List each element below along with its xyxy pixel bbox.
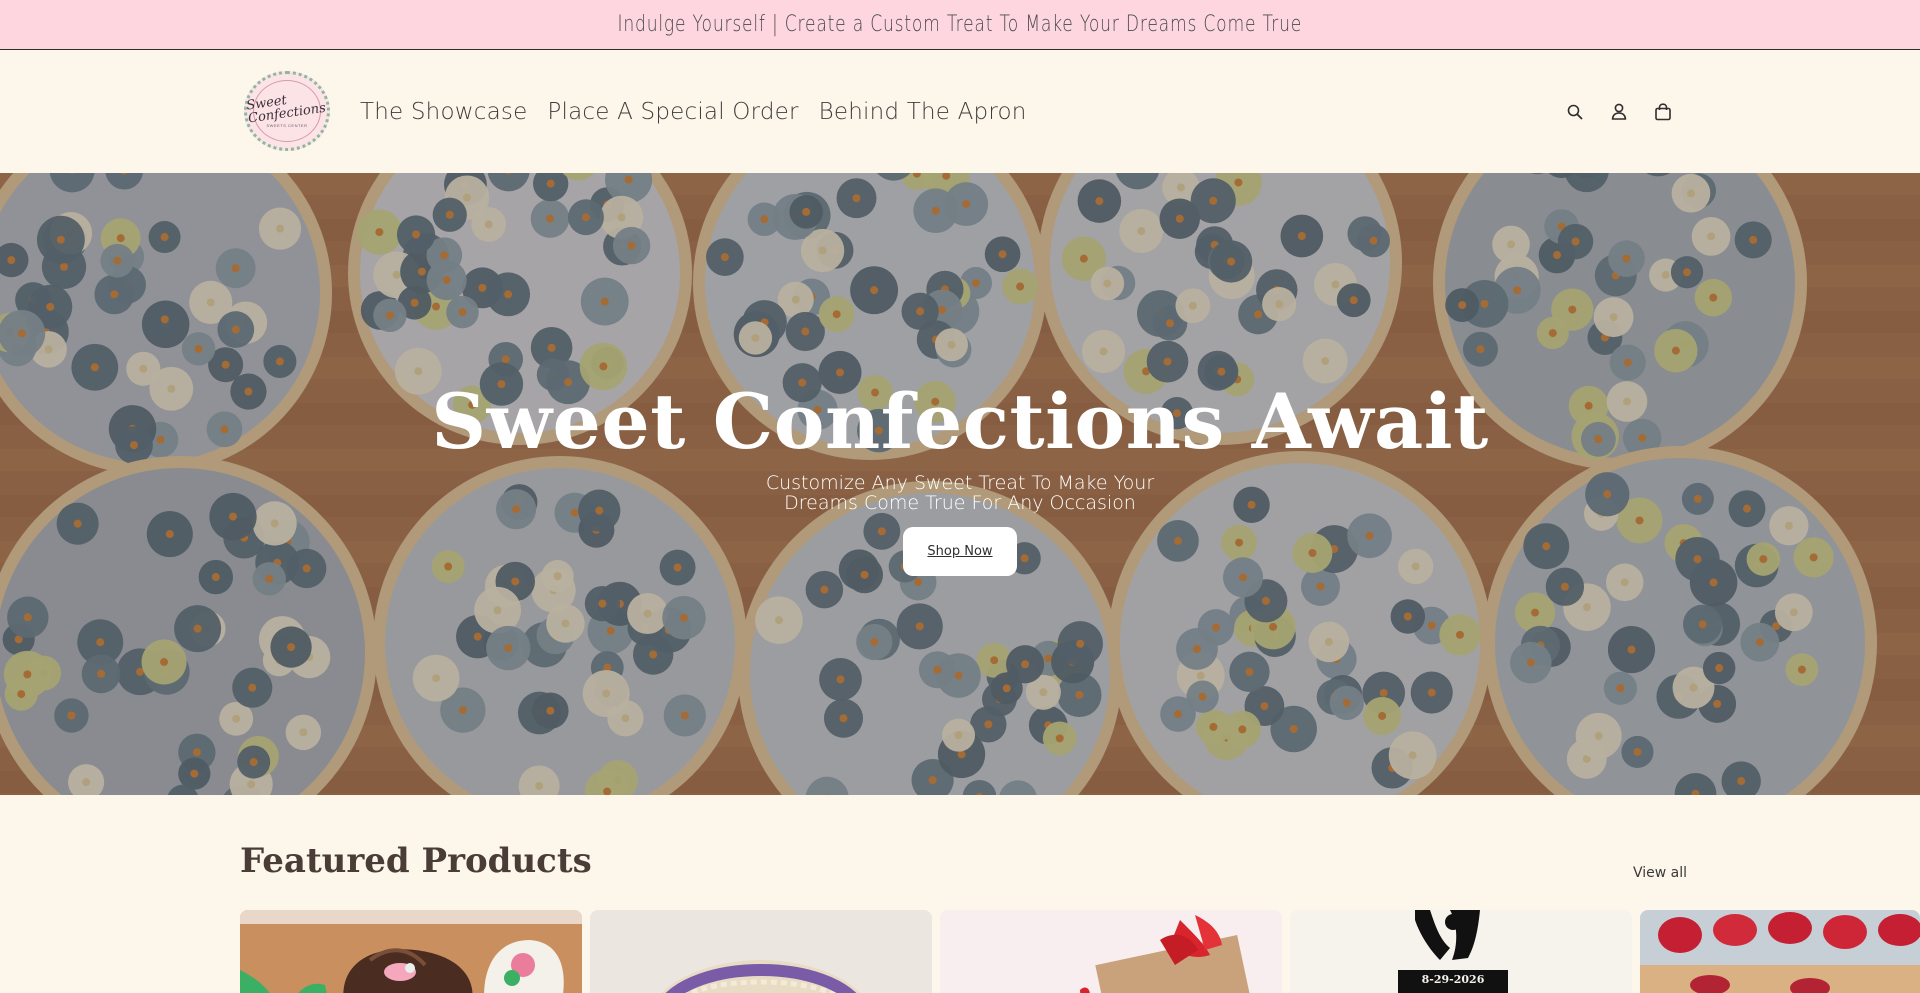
nav-item-special-order[interactable]: Place A Special Order [547, 99, 798, 125]
cart-icon[interactable] [1654, 102, 1672, 121]
nav-item-showcase[interactable]: The Showcase [360, 99, 527, 125]
search-icon[interactable] [1566, 103, 1584, 121]
topper-date: 8-29-2026 [1422, 973, 1485, 986]
product-cards: 8-29-2026 [240, 910, 1920, 993]
site-header: Sweet Confections SWEETS CENTER The Show… [0, 50, 1920, 173]
product-card-cake[interactable] [590, 910, 932, 993]
account-icon[interactable] [1610, 103, 1628, 121]
store-logo[interactable]: Sweet Confections SWEETS CENTER [244, 71, 330, 151]
product-image: 8-29-2026 [1290, 910, 1632, 993]
shop-now-button[interactable]: Shop Now [903, 527, 1017, 577]
header-icons [1566, 50, 1672, 173]
product-image [940, 910, 1282, 993]
nav-item-behind-apron[interactable]: Behind The Apron [819, 99, 1027, 125]
view-all-link[interactable]: View all [1633, 865, 1687, 881]
product-card-cookies[interactable] [240, 910, 582, 993]
featured-heading: Featured Products [240, 841, 592, 881]
hero-subtitle: Customize Any Sweet Treat To Make Your D… [765, 471, 1155, 514]
product-card-gift-box[interactable] [940, 910, 1282, 993]
announcement-bar: Indulge Yourself | Create a Custom Treat… [0, 0, 1920, 50]
hero-banner: Sweet Confections Await Customize Any Sw… [0, 173, 1920, 795]
product-card-cake-topper[interactable]: 8-29-2026 [1290, 910, 1632, 993]
product-image [1640, 910, 1920, 993]
hero-content: Sweet Confections Await Customize Any Sw… [0, 377, 1920, 577]
product-image [590, 910, 932, 993]
product-card-cheesecake[interactable] [1640, 910, 1920, 993]
featured-products: Featured Products View all 8-29-2026 [0, 795, 1920, 993]
hero-title: Sweet Confections Await [431, 377, 1489, 466]
announcement-text: Indulge Yourself | Create a Custom Treat… [617, 12, 1303, 37]
main-nav: The Showcase Place A Special Order Behin… [360, 50, 1027, 173]
product-image [240, 910, 582, 993]
